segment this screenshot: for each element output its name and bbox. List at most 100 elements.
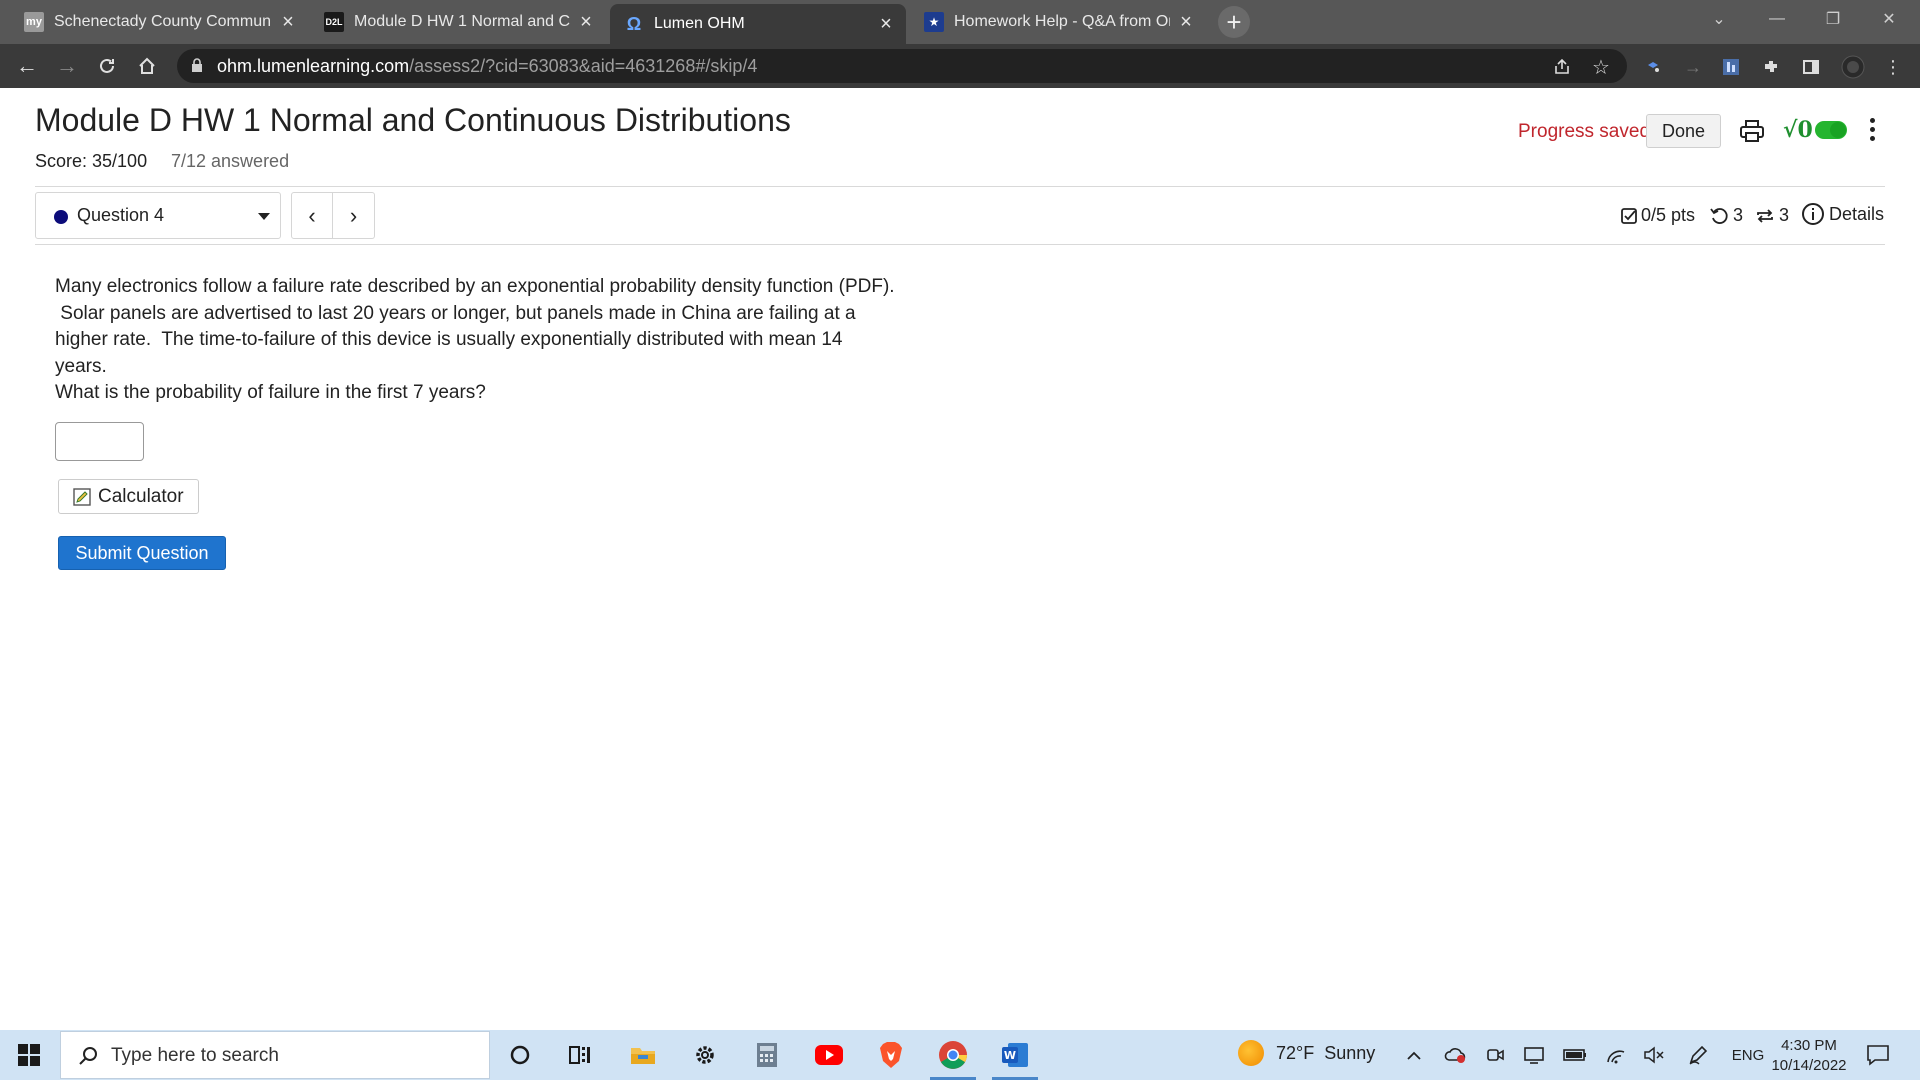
forward-arrow-icon[interactable]: → [52,51,82,81]
done-button[interactable]: Done [1646,114,1721,148]
details-button[interactable]: Details [1801,202,1884,226]
lock-icon [192,58,202,72]
tab-close-icon[interactable]: × [278,11,298,33]
header-divider [35,186,1885,187]
tab-module-d[interactable]: D2L Module D HW 1 Normal and Cor × [310,4,606,40]
word-icon[interactable]: W [999,1039,1031,1071]
tab-lumen-ohm[interactable]: Ω Lumen OHM × [610,4,906,44]
my-favicon-icon: my [24,12,44,32]
info-icon [1802,203,1824,225]
previous-question-button[interactable]: ‹ [291,192,333,239]
meet-now-icon[interactable] [1484,1043,1506,1067]
windows-start-icon[interactable] [18,1044,40,1066]
weather-widget[interactable]: 72°F Sunny [1238,1040,1375,1066]
extensions-puzzle-icon[interactable] [1758,54,1784,80]
sun-icon [1238,1040,1264,1066]
bookmark-star-icon[interactable]: ☆ [1590,56,1612,79]
weather-text: 72°F Sunny [1276,1042,1376,1063]
tab-search-chevron-icon[interactable]: ⌄ [1692,0,1746,38]
caret-down-icon [258,213,270,220]
question-line: Solar panels are advertised to last 20 y… [55,302,856,324]
regen-info: 3 [1755,205,1789,226]
cortana-icon[interactable] [504,1039,536,1071]
browser-toolbar: ← → ohm.lumenlearning.com/assess2/?cid=6… [0,44,1920,88]
reload-icon[interactable] [92,51,122,81]
notifications-icon[interactable] [1866,1043,1890,1067]
volume-muted-icon[interactable] [1642,1043,1666,1067]
clock-date: 10/14/2022 [1771,1057,1847,1074]
profile-avatar[interactable] [1840,54,1866,80]
question-status-dot [54,210,68,224]
taskbar-search-box[interactable]: Type here to search [60,1031,490,1079]
minimize-icon[interactable]: — [1750,0,1804,38]
browser-menu-icon[interactable]: ⋮ [1880,54,1906,80]
question-line: higher rate. The time-to-failure of this… [55,329,843,350]
url-path: /assess2/?cid=63083&aid=4631268#/skip/4 [409,56,758,76]
print-icon[interactable] [1738,117,1766,145]
pen-workspace-icon[interactable] [1686,1043,1710,1067]
file-explorer-icon[interactable] [627,1039,659,1071]
more-options-icon[interactable] [1866,116,1878,144]
settings-gear-icon[interactable] [689,1039,721,1071]
details-label: Details [1829,203,1885,224]
brave-browser-icon[interactable] [875,1039,907,1071]
d2l-favicon-icon: D2L [324,12,344,32]
question-select-label: Question 4 [77,205,165,225]
chrome-icon[interactable] [937,1039,969,1071]
clock-time: 4:30 PM [1781,1037,1837,1054]
address-bar[interactable]: ohm.lumenlearning.com/assess2/?cid=63083… [177,49,1627,83]
share-icon[interactable] [1551,56,1573,78]
tab-title: Schenectady County Community [54,13,272,30]
next-question-button[interactable]: › [333,192,375,239]
answered-count: 7/12 answered [171,151,290,171]
toggle-switch[interactable] [1814,121,1847,139]
regenerate-icon [1757,208,1773,223]
points-info: 0/5 pts [1620,205,1695,226]
windows-taskbar: Type here to search W 72°F Sunny ENG 4:3… [0,1030,1920,1080]
task-view-icon[interactable] [564,1039,596,1071]
youtube-icon[interactable] [813,1039,845,1071]
wifi-icon[interactable] [1604,1043,1628,1067]
calculator-label: Calculator [98,485,184,507]
extension-arrow-icon[interactable]: → [1680,54,1706,80]
language-indicator[interactable]: ENG [1730,1043,1766,1067]
points-text: 0/5 pts [1641,205,1696,225]
regen-count: 3 [1779,205,1790,225]
calculator-button[interactable]: Calculator [58,479,199,514]
retries-info: 3 [1709,205,1743,226]
browser-tab-strip: my Schenectady County Community × D2L Mo… [0,0,1920,44]
tab-homework-help[interactable]: ★ Homework Help - Q&A from Onl × [910,4,1206,40]
tab-title: Lumen OHM [654,15,745,32]
star-favicon-icon: ★ [924,12,944,32]
tab-close-icon[interactable]: × [576,11,596,33]
tray-chevron-up-icon[interactable] [1404,1043,1424,1067]
search-icon [79,1047,97,1065]
extension-reader-icon[interactable] [1718,54,1744,80]
tab-schenectady[interactable]: my Schenectady County Community × [10,4,308,40]
window-close-icon[interactable]: ✕ [1862,0,1916,38]
display-tray-icon[interactable] [1522,1043,1546,1067]
question-select[interactable]: Question 4 [35,192,281,239]
new-tab-plus-icon[interactable]: + [1218,6,1250,38]
side-panel-icon[interactable] [1798,54,1824,80]
question-text: Many electronics follow a failure rate d… [55,274,955,407]
tab-title: Module D HW 1 Normal and Cor [354,13,570,30]
taskbar-search-placeholder: Type here to search [111,1045,279,1066]
battery-icon[interactable] [1562,1043,1588,1067]
home-icon[interactable] [132,51,162,81]
omega-favicon-icon: Ω [626,13,642,34]
submit-question-button[interactable]: Submit Question [58,536,226,570]
back-arrow-icon[interactable]: ← [12,51,42,81]
question-line: Many electronics follow a failure rate d… [55,276,895,297]
checkbox-icon [1621,207,1637,224]
tab-close-icon[interactable]: × [1176,11,1196,33]
math-entry-toggle[interactable]: √0 [1783,117,1847,143]
tab-close-icon[interactable]: × [876,13,896,35]
score-text: Score: 35/100 [35,151,148,171]
onedrive-status-icon[interactable] [1444,1043,1468,1067]
answer-input[interactable] [55,422,144,461]
extension-dropbox-icon[interactable] [1640,54,1666,80]
taskbar-clock[interactable]: 4:30 PM 10/14/2022 [1770,1036,1848,1076]
restore-icon[interactable]: ❐ [1806,0,1860,38]
calculator-app-icon[interactable] [751,1039,783,1071]
